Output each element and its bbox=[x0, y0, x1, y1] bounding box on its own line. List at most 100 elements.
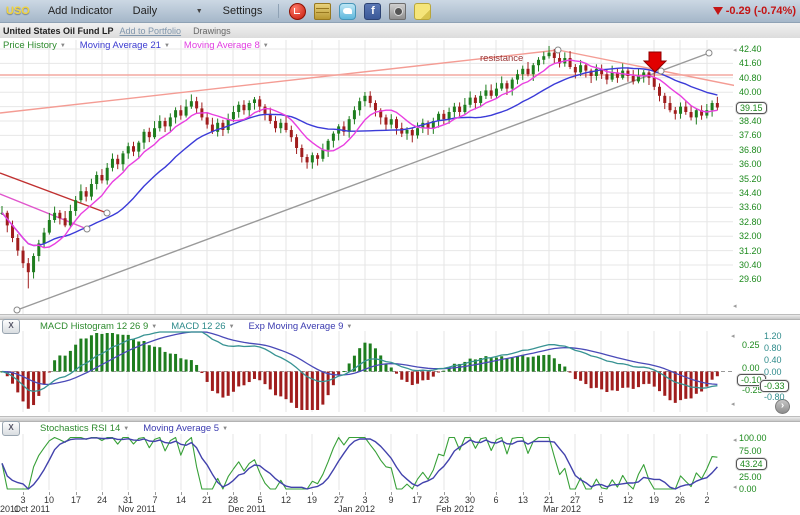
price-axis-label: 36.00 bbox=[739, 159, 762, 169]
legend-macd-histogram[interactable]: MACD Histogram 12 26 9 ▼ bbox=[40, 321, 157, 332]
x-day-label: 9 bbox=[388, 495, 393, 505]
last-price-box: 39.15 bbox=[736, 102, 767, 114]
legend-macd-histogram-label: MACD Histogram 12 26 9 bbox=[40, 321, 148, 332]
stoch-value-box: 43.24 bbox=[736, 458, 767, 470]
x-month-label: Jan 2012 bbox=[338, 504, 375, 514]
macd-close-button[interactable]: X bbox=[2, 319, 20, 334]
axis-scroll-arrow[interactable]: ◂ bbox=[731, 332, 735, 340]
coins-icon[interactable] bbox=[314, 3, 331, 20]
legend-ma8-label: Moving Average 8 bbox=[184, 40, 260, 51]
add-to-portfolio-link[interactable]: Add to Portfolio bbox=[120, 26, 194, 36]
price-axis-label: 29.60 bbox=[739, 274, 762, 284]
price-axis-label: 33.60 bbox=[739, 202, 762, 212]
x-day-label: 19 bbox=[307, 495, 317, 505]
drawings-button[interactable]: Drawings bbox=[193, 26, 231, 36]
down-arrow-icon bbox=[713, 7, 723, 15]
legend-macd-signal-label: Exp Moving Average 9 bbox=[249, 321, 344, 332]
x-day-label: 12 bbox=[281, 495, 291, 505]
main-toolbar: USO Add Indicator Daily ▼ Settings f -0.… bbox=[0, 0, 800, 23]
add-indicator-button[interactable]: Add Indicator bbox=[38, 5, 123, 17]
charting-app: resistance Price History ▼ Moving Averag… bbox=[0, 0, 800, 515]
axis-scroll-arrow[interactable]: ◂ bbox=[733, 483, 737, 491]
legend-macd-line-label: MACD 12 26 bbox=[171, 321, 225, 332]
period-value: Daily bbox=[133, 5, 157, 17]
alarm-icon[interactable] bbox=[289, 3, 306, 20]
price-axis-label: 41.60 bbox=[739, 58, 762, 68]
stoch-close-button[interactable]: X bbox=[2, 421, 20, 436]
legend-ma8[interactable]: Moving Average 8 ▼ bbox=[184, 40, 269, 51]
price-axis-label: 32.00 bbox=[739, 231, 762, 241]
x-day-label: 24 bbox=[97, 495, 107, 505]
chevron-down-icon: ▼ bbox=[196, 8, 203, 15]
fund-name: United States Oil Fund LP bbox=[0, 26, 120, 36]
price-axis-label: 38.40 bbox=[739, 116, 762, 126]
legend-stoch-ma-label: Moving Average 5 bbox=[143, 423, 219, 434]
period-dropdown[interactable]: Daily ▼ bbox=[123, 5, 213, 17]
macd-axis-label: 0.00 bbox=[742, 363, 760, 373]
axis-scroll-arrow[interactable]: ◂ bbox=[733, 302, 737, 310]
legend-price-history[interactable]: Price History ▼ bbox=[3, 40, 66, 51]
camera-icon[interactable] bbox=[389, 3, 406, 20]
note-icon[interactable] bbox=[414, 3, 431, 20]
chevron-down-icon: ▼ bbox=[263, 43, 269, 49]
x-day-label: 6 bbox=[493, 495, 498, 505]
price-axis-label: 34.40 bbox=[739, 188, 762, 198]
macd-axis-label: 0.80 bbox=[764, 343, 782, 353]
x-month-label: Feb 2012 bbox=[436, 504, 474, 514]
macd-axis-label: 1.20 bbox=[764, 331, 782, 341]
axis-scroll-arrow[interactable]: ◂ bbox=[733, 436, 737, 444]
x-month-label: Oct 2011 bbox=[14, 504, 50, 514]
chevron-down-icon: ▼ bbox=[346, 324, 352, 330]
price-axis-label: 36.80 bbox=[739, 145, 762, 155]
legend-stoch-rsi[interactable]: Stochastics RSI 14 ▼ bbox=[40, 423, 129, 434]
x-month-label: Mar 2012 bbox=[543, 504, 581, 514]
chevron-down-icon: ▼ bbox=[123, 426, 129, 432]
chevron-down-icon: ▼ bbox=[164, 43, 170, 49]
price-axis-label: 42.40 bbox=[739, 44, 762, 54]
legend-macd-signal[interactable]: Exp Moving Average 9 ▼ bbox=[249, 321, 353, 332]
x-day-label: 17 bbox=[412, 495, 422, 505]
macd-axis-label: 0.25 bbox=[742, 340, 760, 350]
chevron-down-icon: ▼ bbox=[151, 324, 157, 330]
macd-axis-label: -0.80 bbox=[764, 392, 785, 402]
price-change-value: -0.29 (-0.74%) bbox=[726, 5, 796, 17]
chevron-down-icon: ▼ bbox=[222, 426, 228, 432]
x-month-label: Dec 2011 bbox=[228, 504, 266, 514]
macd-axis-label: 0.00 bbox=[764, 367, 782, 377]
price-legend: Price History ▼ Moving Average 21 ▼ Movi… bbox=[3, 40, 269, 51]
price-change: -0.29 (-0.74%) bbox=[713, 5, 800, 17]
toolbar-divider bbox=[278, 4, 279, 18]
axis-scroll-arrow[interactable]: ◂ bbox=[731, 400, 735, 408]
legend-macd-line[interactable]: MACD 12 26 ▼ bbox=[171, 321, 234, 332]
svg-text:resistance: resistance bbox=[480, 53, 523, 64]
settings-button[interactable]: Settings bbox=[213, 5, 273, 17]
price-axis-label: 30.40 bbox=[739, 260, 762, 270]
chart-area: resistance Price History ▼ Moving Averag… bbox=[0, 0, 800, 515]
twitter-icon[interactable] bbox=[339, 3, 356, 20]
chevron-down-icon: ▼ bbox=[229, 324, 235, 330]
legend-stoch-ma[interactable]: Moving Average 5 ▼ bbox=[143, 423, 228, 434]
x-day-label: 14 bbox=[176, 495, 186, 505]
legend-stoch-rsi-label: Stochastics RSI 14 bbox=[40, 423, 120, 434]
stoch-header: X Stochastics RSI 14 ▼ Moving Average 5 … bbox=[2, 421, 228, 436]
x-day-label: 19 bbox=[649, 495, 659, 505]
macd-axis-label: 0.40 bbox=[764, 355, 782, 365]
legend-ma21-label: Moving Average 21 bbox=[80, 40, 161, 51]
legend-ma21[interactable]: Moving Average 21 ▼ bbox=[80, 40, 170, 51]
price-axis-label: 37.60 bbox=[739, 130, 762, 140]
stoch-axis-label: 25.00 bbox=[739, 472, 762, 482]
price-axis-label: 40.00 bbox=[739, 87, 762, 97]
symbol-subbar: United States Oil Fund LP Add to Portfol… bbox=[0, 23, 800, 38]
symbol-label[interactable]: USO bbox=[0, 5, 38, 17]
stoch-axis-label: 0.00 bbox=[739, 484, 757, 494]
facebook-icon[interactable]: f bbox=[364, 3, 381, 20]
axis-scroll-arrow[interactable]: ◂ bbox=[733, 46, 737, 54]
x-month-label: Nov 2011 bbox=[118, 504, 156, 514]
x-day-label: 12 bbox=[623, 495, 633, 505]
price-axis-label: 31.20 bbox=[739, 246, 762, 256]
stoch-axis-label: 100.00 bbox=[739, 433, 767, 443]
price-axis-label: 40.80 bbox=[739, 73, 762, 83]
legend-price-history-label: Price History bbox=[3, 40, 57, 51]
price-axis-label: 32.80 bbox=[739, 217, 762, 227]
macd-header: X MACD Histogram 12 26 9 ▼ MACD 12 26 ▼ … bbox=[2, 319, 352, 334]
